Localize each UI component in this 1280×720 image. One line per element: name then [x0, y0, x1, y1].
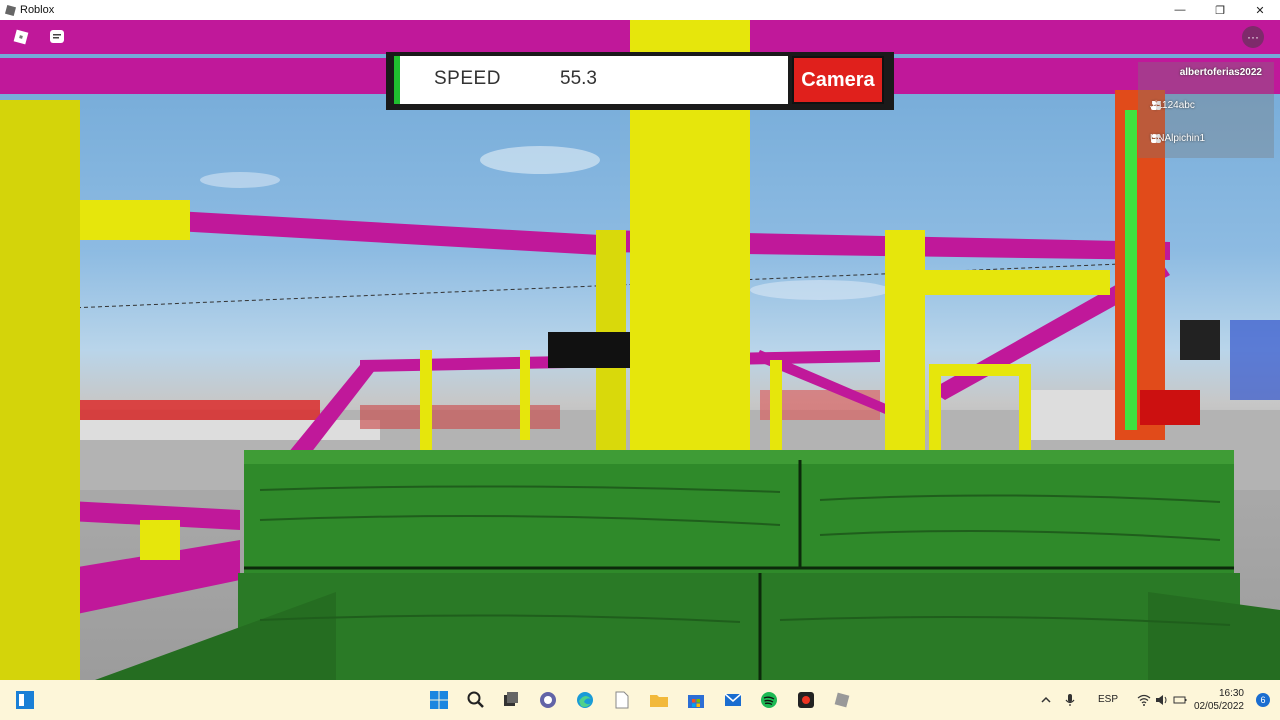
player-list-item[interactable]: Jj1124abc: [1150, 100, 1195, 111]
chat-icon: [50, 30, 64, 43]
close-button[interactable]: ✕: [1240, 0, 1280, 20]
speed-value: 55.3: [560, 68, 597, 89]
microphone-icon: [1065, 694, 1075, 706]
notification-badge[interactable]: 6: [1256, 693, 1270, 707]
roblox-icon: [834, 692, 850, 708]
chat-button[interactable]: [48, 28, 76, 56]
record-icon: [798, 692, 814, 708]
mail-button[interactable]: [721, 688, 745, 712]
mail-icon: [724, 693, 742, 706]
microphone-button[interactable]: [1058, 688, 1082, 712]
speed-panel: SPEED 55.3 Camera: [386, 52, 894, 110]
folder-icon: [650, 695, 668, 707]
more-menu-button[interactable]: ···: [1242, 26, 1264, 48]
start-button[interactable]: [427, 688, 451, 712]
roblox-menu-button[interactable]: [12, 28, 40, 56]
file-icon: [615, 691, 629, 709]
windows-start-icon: [430, 691, 448, 709]
search-icon: [467, 691, 484, 708]
teams-chat-button[interactable]: [536, 688, 560, 712]
camera-button[interactable]: Camera: [792, 56, 884, 104]
store-button[interactable]: [684, 688, 708, 712]
edge-browser-icon: [577, 692, 593, 708]
player-list: albertoferias2022 Jj1124abc UNAlpichin1: [1138, 62, 1274, 158]
clock-time[interactable]: 16:30: [1219, 688, 1244, 699]
store-icon: [688, 695, 704, 708]
notepad-button[interactable]: [610, 688, 634, 712]
window-title: Roblox: [20, 4, 55, 16]
friends-icon: [1151, 134, 1161, 143]
friends-icon: [1151, 101, 1161, 110]
battery-plug-icon: [1173, 696, 1187, 704]
volume-icon: [1156, 695, 1167, 705]
roblox-logo-icon: [13, 29, 29, 45]
player-list-local-player[interactable]: albertoferias2022: [1180, 67, 1262, 78]
chevron-up-icon: [1041, 696, 1051, 703]
window-titlebar: Roblox — ❐ ✕: [0, 0, 1280, 20]
task-view-icon: [504, 692, 518, 706]
teams-chat-icon: [540, 692, 556, 708]
roblox-taskbar-button[interactable]: [830, 688, 854, 712]
file-explorer-button[interactable]: [647, 688, 671, 712]
widgets-icon: [16, 691, 34, 709]
spotify-icon: [761, 692, 777, 708]
edge-button[interactable]: [573, 688, 597, 712]
battery-button[interactable]: [1168, 688, 1192, 712]
speed-label: SPEED: [434, 68, 501, 89]
restore-button[interactable]: ❐: [1200, 0, 1240, 20]
clock-date[interactable]: 02/05/2022: [1194, 701, 1244, 712]
show-hidden-icons-button[interactable]: [1034, 688, 1058, 712]
widgets-button[interactable]: [13, 688, 37, 712]
game-viewport[interactable]: SPEED 55.3 Camera ··· albertoferias2022 …: [0, 20, 1280, 680]
spotify-button[interactable]: [757, 688, 781, 712]
task-view-button[interactable]: [499, 688, 523, 712]
speed-display: SPEED 55.3: [394, 56, 788, 104]
keyboard-language[interactable]: ESP: [1098, 694, 1118, 705]
roblox-app-icon: [4, 4, 16, 16]
recorder-button[interactable]: [794, 688, 818, 712]
minimize-button[interactable]: —: [1160, 0, 1200, 20]
player-list-item[interactable]: UNAlpichin1: [1150, 133, 1205, 144]
search-button[interactable]: [464, 688, 488, 712]
game-scene: [0, 20, 1280, 680]
wifi-icon: [1137, 694, 1151, 706]
taskbar: ESP 16:30 02/05/2022 6: [0, 680, 1280, 720]
